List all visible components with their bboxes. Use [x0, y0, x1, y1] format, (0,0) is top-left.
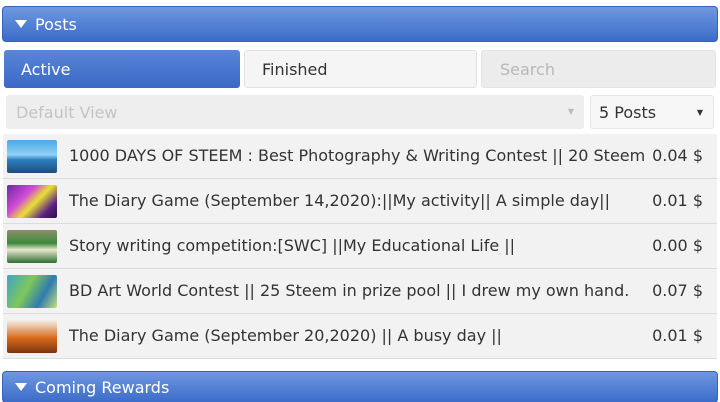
list-item[interactable]: Story writing competition:[SWC] ||My Edu… [3, 224, 717, 269]
post-count-value: 5 Posts [599, 102, 657, 122]
list-item[interactable]: The Diary Game (September 20,2020) || A … [3, 314, 717, 359]
post-thumbnail [7, 320, 57, 353]
post-title[interactable]: The Diary Game (September 14,2020):||My … [69, 191, 649, 210]
post-thumbnail [7, 230, 57, 263]
post-title[interactable]: Story writing competition:[SWC] ||My Edu… [69, 236, 649, 255]
tab-finished[interactable]: Finished [244, 50, 477, 88]
post-count-select[interactable]: 5 Posts ▼ [590, 95, 714, 129]
search-input[interactable] [481, 50, 716, 88]
post-value: 0.01 $ [652, 326, 703, 345]
tab-active[interactable]: Active [4, 50, 240, 88]
post-title[interactable]: BD Art World Contest || 25 Steem in priz… [69, 281, 649, 300]
post-value: 0.07 $ [652, 281, 703, 300]
view-select-value: Default View [16, 102, 118, 122]
filter-bar: Default View ▼ 5 Posts ▼ [6, 95, 714, 129]
coming-rewards-panel-header[interactable]: Coming Rewards [2, 371, 718, 402]
list-item[interactable]: 1000 DAYS OF STEEM : Best Photography & … [3, 134, 717, 179]
coming-rewards-panel-title: Coming Rewards [35, 377, 170, 397]
post-value: 0.04 $ [652, 146, 703, 165]
post-title[interactable]: 1000 DAYS OF STEEM : Best Photography & … [69, 146, 649, 165]
post-thumbnail [7, 185, 57, 218]
post-value: 0.01 $ [652, 191, 703, 210]
list-item[interactable]: The Diary Game (September 14,2020):||My … [3, 179, 717, 224]
collapse-triangle-icon [15, 20, 27, 28]
post-thumbnail [7, 275, 57, 308]
post-title[interactable]: The Diary Game (September 20,2020) || A … [69, 326, 649, 345]
post-list: 1000 DAYS OF STEEM : Best Photography & … [3, 134, 717, 359]
collapse-triangle-icon [15, 383, 27, 391]
list-item[interactable]: BD Art World Contest || 25 Steem in priz… [3, 269, 717, 314]
view-select[interactable]: Default View ▼ [6, 95, 584, 129]
chevron-down-icon: ▼ [696, 108, 703, 117]
posts-panel-title: Posts [35, 14, 77, 34]
tab-active-label: Active [21, 59, 71, 79]
chevron-down-icon: ▼ [567, 107, 574, 116]
posts-panel-header[interactable]: Posts [2, 6, 718, 42]
post-value: 0.00 $ [652, 236, 703, 255]
tab-finished-label: Finished [262, 59, 328, 79]
post-status-tabs: Active Finished [4, 50, 716, 88]
post-thumbnail [7, 140, 57, 173]
